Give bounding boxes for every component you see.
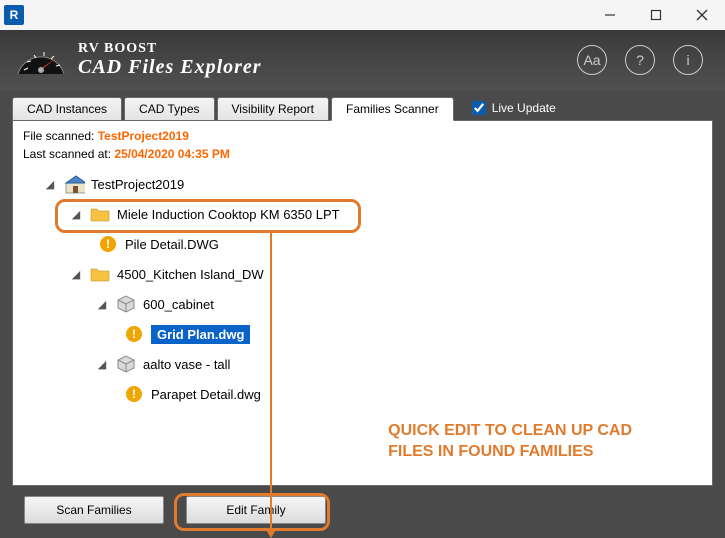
warning-icon: ! [97, 234, 119, 254]
minimize-button[interactable] [587, 0, 633, 30]
close-button[interactable] [679, 0, 725, 30]
file-scanned-line: File scanned: TestProject2019 [23, 129, 702, 143]
scan-families-button[interactable]: Scan Families [24, 496, 164, 524]
expand-toggle[interactable]: ◢ [71, 209, 81, 219]
tree-leaf[interactable]: ! Pile Detail.DWG [23, 229, 702, 259]
tab-cad-instances[interactable]: CAD Instances [12, 97, 122, 121]
app-window: R [0, 0, 725, 538]
component-icon [115, 354, 137, 374]
svg-text:!: ! [132, 387, 136, 401]
tree-item-label: 600_cabinet [143, 297, 214, 312]
live-update-checkbox[interactable] [472, 101, 486, 115]
file-scanned-label: File scanned: [23, 129, 94, 143]
svg-text:!: ! [106, 237, 110, 251]
titlebar-left: R [4, 5, 24, 25]
expand-toggle[interactable]: ◢ [97, 299, 107, 309]
folder-icon [89, 204, 111, 224]
expand-toggle[interactable]: ◢ [97, 359, 107, 369]
tree-item[interactable]: ◢ aalto vase - tall [23, 349, 702, 379]
tab-families-scanner[interactable]: Families Scanner [331, 97, 454, 121]
content-area: CAD Instances CAD Types Visibility Repor… [0, 90, 725, 538]
tree-item[interactable]: ◢ 600_cabinet [23, 289, 702, 319]
annotation-line2: FILES IN FOUND FAMILIES [388, 441, 632, 463]
annotation-arrow [270, 233, 272, 537]
tree-item-label: aalto vase - tall [143, 357, 230, 372]
expand-toggle[interactable]: ◢ [71, 269, 81, 279]
brand-text: RV BOOST [78, 42, 262, 57]
font-settings-icon[interactable]: Aa [577, 45, 607, 75]
main-panel: File scanned: TestProject2019 Last scann… [12, 120, 713, 486]
gauge-logo-icon [14, 40, 68, 80]
window-controls [587, 0, 725, 30]
tab-cad-types[interactable]: CAD Types [124, 97, 214, 121]
tree-item[interactable]: ◢ Miele Induction Cooktop KM 6350 LPT [23, 199, 702, 229]
header-tools: Aa ? i [577, 45, 703, 75]
expand-toggle[interactable]: ◢ [45, 179, 55, 189]
tree-item-label: Miele Induction Cooktop KM 6350 LPT [117, 207, 340, 222]
tree-leaf-label: Grid Plan.dwg [151, 325, 250, 344]
footer-buttons: Scan Families Edit Family [12, 486, 713, 526]
annotation-text: QUICK EDIT TO CLEAN UP CAD FILES IN FOUN… [388, 420, 632, 463]
tree-leaf-label: Pile Detail.DWG [125, 237, 219, 252]
last-scanned-label: Last scanned at: [23, 147, 111, 161]
tree-item-label: 4500_Kitchen Island_DW [117, 267, 264, 282]
tree-leaf-selected[interactable]: ! Grid Plan.dwg [23, 319, 702, 349]
tree-leaf[interactable]: ! Parapet Detail.dwg [23, 379, 702, 409]
app-icon: R [4, 5, 24, 25]
maximize-button[interactable] [633, 0, 679, 30]
edit-family-button[interactable]: Edit Family [186, 496, 326, 524]
annotation-line1: QUICK EDIT TO CLEAN UP CAD [388, 420, 632, 442]
project-icon [63, 174, 85, 194]
info-icon[interactable]: i [673, 45, 703, 75]
titlebar: R [0, 0, 725, 30]
warning-icon: ! [123, 324, 145, 344]
folder-icon [89, 264, 111, 284]
title-block: RV BOOST CAD Files Explorer [78, 42, 262, 78]
file-scanned-value: TestProject2019 [98, 129, 189, 143]
tree-root-label: TestProject2019 [91, 177, 184, 192]
tab-row: CAD Instances CAD Types Visibility Repor… [12, 96, 713, 120]
svg-text:!: ! [132, 327, 136, 341]
help-icon[interactable]: ? [625, 45, 655, 75]
component-icon [115, 294, 137, 314]
live-update-label: Live Update [492, 101, 556, 115]
tree-root[interactable]: ◢ TestProject2019 [23, 169, 702, 199]
last-scanned-line: Last scanned at: 25/04/2020 04:35 PM [23, 147, 702, 161]
app-title: CAD Files Explorer [78, 57, 262, 78]
last-scanned-value: 25/04/2020 04:35 PM [114, 147, 229, 161]
warning-icon: ! [123, 384, 145, 404]
tab-visibility-report[interactable]: Visibility Report [217, 97, 329, 121]
app-header: RV BOOST CAD Files Explorer Aa ? i [0, 30, 725, 90]
tree-item[interactable]: ◢ 4500_Kitchen Island_DW [23, 259, 702, 289]
tree-leaf-label: Parapet Detail.dwg [151, 387, 261, 402]
live-update-toggle[interactable]: Live Update [472, 101, 556, 115]
